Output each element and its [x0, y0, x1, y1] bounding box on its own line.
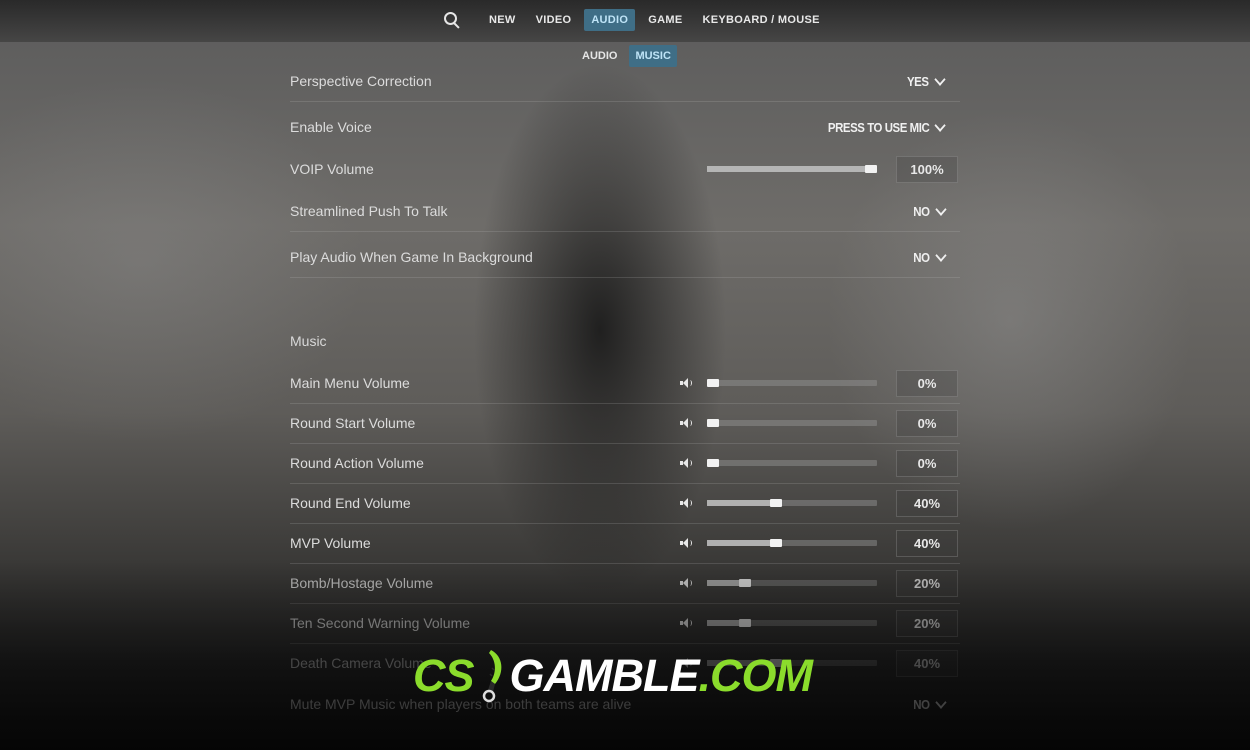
chevron-down-icon — [934, 118, 946, 132]
chevron-down-icon — [934, 248, 946, 262]
speaker-icon[interactable] — [680, 418, 692, 428]
search-icon[interactable] — [442, 8, 462, 32]
volume-slider[interactable] — [707, 419, 877, 427]
setting-label: VOIP Volume — [290, 161, 374, 177]
volume-slider[interactable] — [707, 619, 877, 627]
setting-streamlined-push-to-talk: Streamlined Push To Talk NO — [290, 191, 960, 232]
music-section-title: Music — [290, 333, 327, 349]
chevron-down-icon — [934, 202, 946, 216]
dropdown-value: NO — [912, 249, 930, 265]
setting-play-audio-background: Play Audio When Game In Background NO — [290, 237, 960, 278]
push-to-talk-dropdown[interactable]: NO — [912, 202, 946, 219]
music-volume-row: Bomb/Hostage Volume 20% — [290, 563, 960, 604]
setting-label: Play Audio When Game In Background — [290, 249, 533, 265]
setting-label: Death Camera Volume — [290, 655, 432, 671]
slider-handle[interactable] — [707, 379, 719, 387]
setting-label: Round Start Volume — [290, 415, 416, 431]
chevron-down-icon — [934, 72, 946, 86]
volume-slider[interactable] — [707, 499, 877, 507]
voip-volume-value[interactable]: 100% — [896, 155, 958, 183]
chevron-down-icon — [934, 695, 946, 709]
tab-video[interactable]: VIDEO — [529, 9, 579, 31]
setting-label: Enable Voice — [290, 119, 372, 135]
setting-label: Round Action Volume — [290, 455, 424, 471]
dropdown-value: NO — [912, 203, 930, 219]
speaker-icon[interactable] — [680, 618, 692, 628]
main-tabs: NEW VIDEO AUDIO GAME KEYBOARD / MOUSE — [442, 8, 827, 32]
speaker-icon[interactable] — [680, 378, 692, 388]
mute-mvp-dropdown[interactable]: NO — [912, 695, 946, 712]
tab-new[interactable]: NEW — [482, 9, 523, 31]
slider-handle[interactable] — [738, 619, 751, 627]
volume-value[interactable]: 20% — [896, 569, 958, 597]
tab-keyboard-mouse[interactable]: KEYBOARD / MOUSE — [695, 9, 826, 31]
speaker-icon[interactable] — [680, 458, 692, 468]
volume-value[interactable]: 40% — [896, 649, 958, 677]
slider-handle[interactable] — [770, 539, 783, 547]
music-volume-row: Round End Volume 40% — [290, 483, 960, 524]
speaker-icon[interactable] — [680, 538, 692, 548]
speaker-icon[interactable] — [680, 578, 692, 588]
slider-handle[interactable] — [770, 499, 783, 507]
setting-label: MVP Volume — [290, 535, 371, 551]
watermark-suffix: .COM — [698, 650, 813, 701]
volume-value[interactable]: 40% — [896, 489, 958, 517]
setting-label: Main Menu Volume — [290, 375, 410, 391]
volume-slider[interactable] — [707, 579, 877, 587]
music-volume-row: MVP Volume 40% — [290, 523, 960, 564]
volume-value[interactable]: 0% — [896, 369, 958, 397]
volume-slider[interactable] — [707, 539, 877, 547]
dropdown-value: YES — [907, 73, 930, 89]
setting-label: Round End Volume — [290, 495, 411, 511]
setting-label: Streamlined Push To Talk — [290, 203, 448, 219]
slider-handle[interactable] — [707, 419, 719, 427]
volume-value[interactable]: 20% — [896, 609, 958, 637]
setting-perspective-correction: Perspective Correction YES — [290, 61, 960, 102]
background-audio-dropdown[interactable]: NO — [912, 248, 946, 265]
music-volume-row: Round Action Volume 0% — [290, 443, 960, 484]
volume-slider[interactable] — [707, 379, 877, 387]
tab-game[interactable]: GAME — [641, 9, 689, 31]
setting-label: Ten Second Warning Volume — [290, 615, 471, 631]
karambit-knife-icon — [482, 650, 501, 703]
volume-value[interactable]: 0% — [896, 409, 958, 437]
watermark-brand: GAMBLE — [509, 650, 700, 701]
volume-value[interactable]: 40% — [896, 529, 958, 557]
music-volume-row: Main Menu Volume 0% — [290, 363, 960, 404]
perspective-dropdown[interactable]: YES — [907, 72, 946, 89]
music-volume-row: Round Start Volume 0% — [290, 403, 960, 444]
speaker-icon[interactable] — [680, 498, 692, 508]
slider-handle[interactable] — [738, 579, 751, 587]
volume-slider[interactable] — [707, 459, 877, 467]
slider-handle[interactable] — [707, 459, 719, 467]
setting-enable-voice: Enable Voice PRESS TO USE MIC — [290, 107, 960, 147]
setting-voip-volume: VOIP Volume 100% — [290, 149, 960, 189]
enable-voice-dropdown[interactable]: PRESS TO USE MIC — [827, 118, 946, 135]
volume-value[interactable]: 0% — [896, 449, 958, 477]
csgamble-watermark: CS GAMBLE .COM — [413, 648, 843, 704]
voip-volume-slider[interactable] — [707, 165, 877, 173]
setting-label: Bomb/Hostage Volume — [290, 575, 434, 591]
tab-audio[interactable]: AUDIO — [584, 9, 636, 31]
watermark-prefix: CS — [413, 650, 475, 701]
dropdown-value: NO — [912, 696, 930, 712]
slider-handle[interactable] — [865, 165, 877, 173]
dropdown-value: PRESS TO USE MIC — [827, 119, 930, 135]
music-volume-row: Ten Second Warning Volume 20% — [290, 603, 960, 644]
setting-label: Perspective Correction — [290, 73, 432, 89]
